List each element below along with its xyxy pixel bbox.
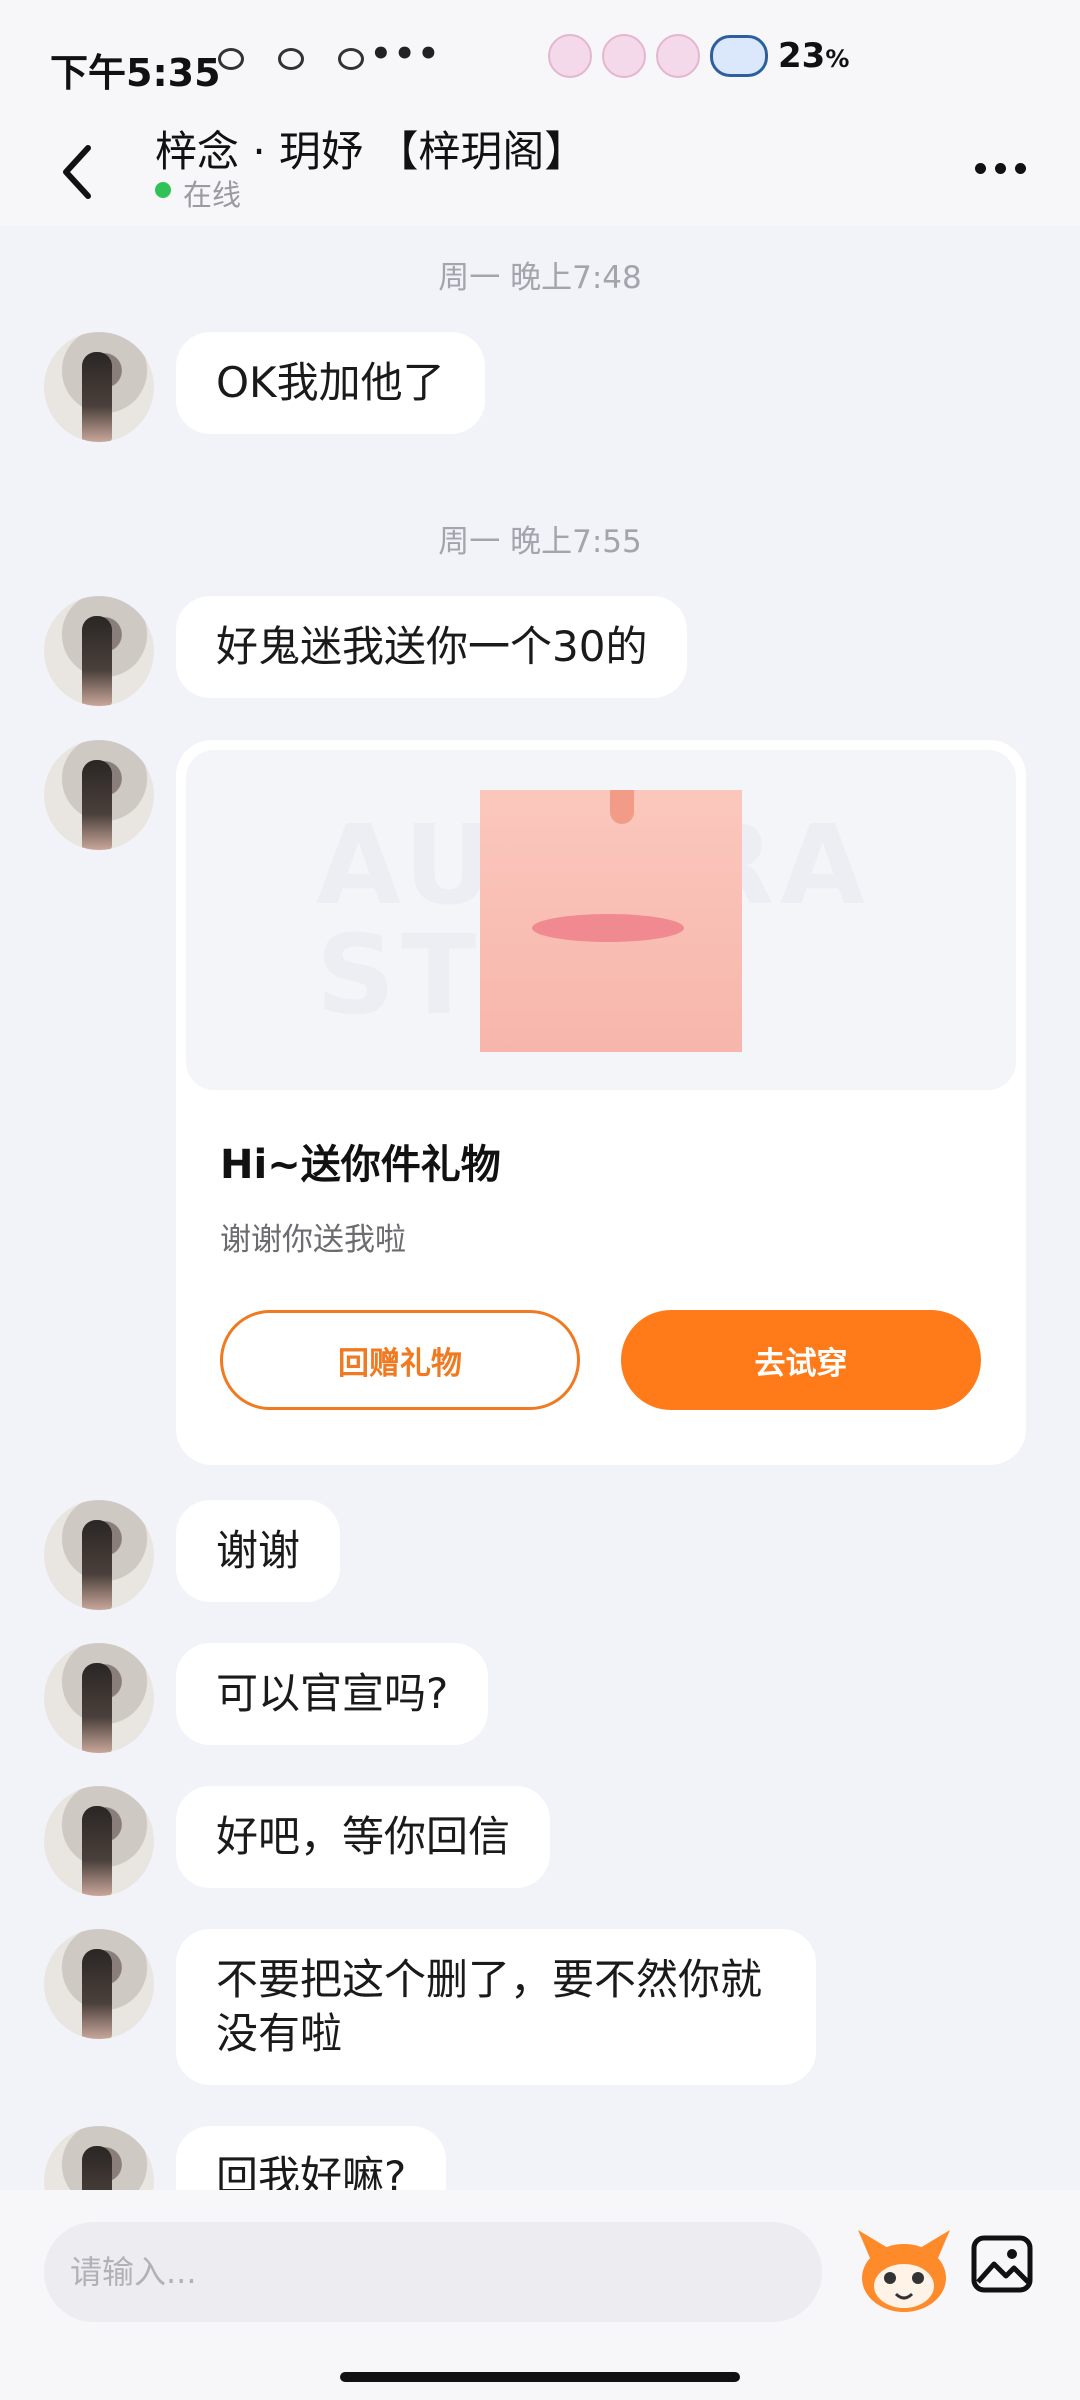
status-time: 下午5:35: [50, 51, 221, 95]
contact-name[interactable]: 梓念 · 玥妤 【梓玥阁】: [155, 118, 586, 179]
notification-app-icon: [338, 48, 364, 70]
theme-decoration-icon: [548, 34, 592, 78]
back-button[interactable]: [50, 130, 110, 210]
online-status-text: 在线: [183, 178, 242, 212]
online-status-dot: [155, 182, 171, 198]
chat-header: 梓念 · 玥妤 【梓玥阁】 在线: [0, 118, 1080, 226]
try-on-button[interactable]: 去试穿: [621, 1310, 981, 1410]
message-timestamp: 周一 晚上7:55: [438, 524, 642, 560]
battery-icon: [710, 35, 768, 77]
avatar[interactable]: [44, 740, 154, 850]
notification-icons: [218, 48, 364, 70]
theme-decoration-icon: [602, 34, 646, 78]
gift-image-area: AURORA STORE: [186, 750, 1016, 1090]
message-bubble[interactable]: OK我加他了: [176, 332, 485, 434]
status-bar: 下午5:35 ••• 23%: [0, 0, 1080, 118]
input-bar: 请输入...: [0, 2190, 1080, 2400]
battery-level: 23%: [778, 36, 850, 76]
avatar[interactable]: [44, 1786, 154, 1896]
avatar[interactable]: [44, 332, 154, 442]
image-icon: [971, 2235, 1033, 2293]
gift-title: Hi~送你件礼物: [220, 1142, 501, 1188]
avatar[interactable]: [44, 1500, 154, 1610]
message-bubble[interactable]: 好鬼迷我送你一个30的: [176, 596, 688, 698]
gift-item-image[interactable]: [480, 790, 742, 1052]
home-indicator[interactable]: [340, 2372, 740, 2382]
more-notifications-icon: •••: [370, 34, 442, 74]
message-timestamp: 周一 晚上7:48: [438, 260, 642, 296]
notification-app-icon: [278, 48, 304, 70]
message-bubble[interactable]: 谢谢: [176, 1500, 341, 1602]
message-input[interactable]: 请输入...: [44, 2222, 822, 2322]
more-options-button[interactable]: [975, 148, 1035, 188]
emoji-mascot-icon: [858, 2230, 950, 2312]
gift-subtitle: 谢谢你送我啦: [220, 1222, 406, 1258]
image-button[interactable]: [970, 2232, 1034, 2296]
return-gift-button[interactable]: 回赠礼物: [220, 1310, 580, 1410]
message-bubble[interactable]: 好吧，等你回信: [176, 1786, 551, 1888]
notification-app-icon: [218, 48, 244, 70]
status-right: 23%: [548, 34, 849, 78]
avatar[interactable]: [44, 596, 154, 706]
avatar[interactable]: [44, 1929, 154, 2039]
avatar[interactable]: [44, 1643, 154, 1753]
gift-card[interactable]: AURORA STORE Hi~送你件礼物 谢谢你送我啦 回赠礼物 去试穿: [176, 740, 1026, 1465]
message-bubble[interactable]: 可以官宣吗?: [176, 1643, 489, 1745]
emoji-button[interactable]: [852, 2222, 956, 2322]
back-arrow-icon: [63, 145, 91, 199]
theme-decoration-icon: [656, 34, 700, 78]
more-icon: [975, 162, 986, 174]
message-bubble[interactable]: 不要把这个删了，要不然你就没有啦: [176, 1929, 816, 2085]
